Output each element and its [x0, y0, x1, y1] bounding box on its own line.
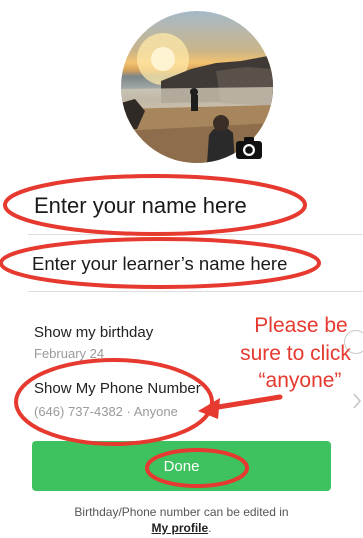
- done-button[interactable]: Done: [32, 441, 331, 491]
- annotation-line1: Please be: [254, 314, 348, 337]
- phone-value: (646) 737-4382 · Anyone: [34, 404, 178, 419]
- birthday-label: Show my birthday: [34, 324, 154, 341]
- chevron-right-icon[interactable]: [352, 392, 362, 410]
- footnote-line1: Birthday/Phone number can be edited in: [74, 505, 289, 519]
- annotation-line3: “anyone”: [258, 369, 342, 392]
- phone-label: Show My Phone Number: [34, 380, 201, 397]
- footnote-line2: My profile.: [0, 521, 363, 535]
- divider: [28, 234, 363, 235]
- name-input[interactable]: Enter your name here: [34, 193, 247, 219]
- learner-name-input[interactable]: Enter your learner’s name here: [32, 253, 287, 275]
- my-profile-link[interactable]: My profile: [151, 521, 208, 535]
- camera-icon[interactable]: [235, 136, 263, 160]
- divider: [28, 291, 363, 292]
- birthday-value: February 24: [34, 346, 105, 361]
- footnote-end: .: [208, 521, 212, 535]
- annotation-line2: sure to click: [240, 342, 351, 365]
- done-button-label: Done: [163, 457, 200, 475]
